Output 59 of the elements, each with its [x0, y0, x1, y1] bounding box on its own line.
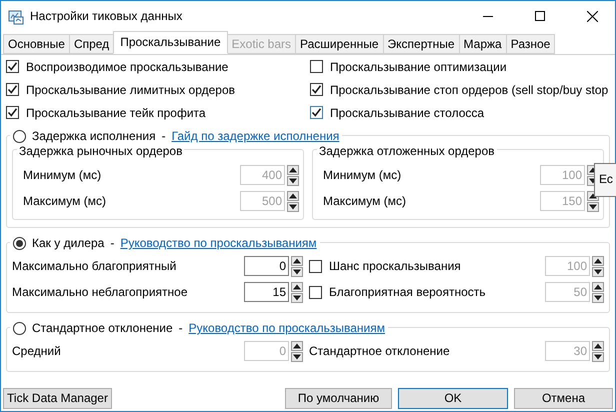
checkbox-label: Воспроизводимое проскальзывание: [26, 58, 228, 76]
field-label: Стандартное отклонение: [309, 343, 451, 360]
checkbox-label: Проскальзывание тейк профита: [26, 104, 206, 121]
tab[interactable]: Основные: [3, 34, 70, 54]
checkbox-label: Проскальзывание оптимизации: [330, 58, 507, 76]
checkbox[interactable]: [310, 106, 323, 119]
checkbox[interactable]: [6, 106, 19, 119]
field-label: Максимум (мс): [323, 193, 407, 210]
spin-buttons[interactable]: [592, 340, 604, 362]
help-link[interactable]: Руководство по проскальзываниям: [120, 234, 317, 252]
spin-buttons[interactable]: [287, 164, 299, 186]
field-label: Максимально неблагоприятное: [12, 284, 189, 301]
field-label: Максимально благоприятный: [12, 258, 178, 275]
checkbox[interactable]: [6, 60, 19, 73]
tab[interactable]: Экспертные: [382, 34, 460, 54]
spin-buttons[interactable]: [287, 190, 299, 212]
help-link[interactable]: Руководство по проскальзываниям: [188, 319, 385, 337]
radio-button[interactable]: [13, 130, 26, 142]
dialog-button[interactable]: OK: [398, 388, 508, 408]
maximize-icon[interactable]: [535, 11, 545, 21]
checkbox-label: Проскальзывание лимитных ордеров: [26, 82, 236, 98]
radio-label: Как у дилера: [32, 235, 104, 252]
tab[interactable]: Маржа: [458, 34, 507, 54]
tab[interactable]: Расширенные: [295, 34, 384, 54]
close-icon[interactable]: [586, 10, 598, 22]
number-field[interactable]: 15: [244, 282, 289, 302]
dash-separator: -: [110, 235, 114, 252]
dialog-button[interactable]: Tick Data Manager: [3, 388, 112, 408]
spin-buttons[interactable]: [592, 282, 604, 302]
radio-label: Стандартное отклонение: [32, 320, 173, 337]
checkbox[interactable]: [310, 83, 323, 96]
tab[interactable]: Спред: [68, 34, 114, 54]
field-label: Средний: [12, 343, 62, 360]
number-field[interactable]: 0: [244, 256, 289, 276]
radio-label: Задержка исполнения: [32, 128, 156, 145]
radio-button[interactable]: [13, 236, 26, 250]
dialog-button[interactable]: Отмена: [514, 388, 613, 408]
dash-separator: -: [162, 128, 166, 145]
field-label: Шанс проскальзывания: [329, 258, 462, 275]
window-title: Настройки тиковых данных: [30, 8, 184, 25]
dialog-button[interactable]: По умолчанию: [285, 388, 392, 408]
field-label: Максимум (мс): [23, 193, 107, 210]
checkbox[interactable]: [6, 83, 19, 96]
field-label: Благоприятная вероятность: [329, 284, 487, 301]
tooltip: Ес: [594, 163, 616, 197]
radio-button[interactable]: [13, 322, 26, 334]
field-label: Минимум (мс): [23, 167, 102, 184]
tab[interactable]: Разное: [506, 34, 556, 54]
help-link[interactable]: Гайд по задержке исполнения: [172, 127, 340, 145]
spin-buttons[interactable]: [592, 256, 604, 276]
checkbox-label: Проскальзывание стоп ордеров (sell stop/buy stop: [330, 82, 608, 98]
spin-buttons[interactable]: [291, 282, 303, 302]
checkbox-label: Проскальзывание столосса: [330, 104, 484, 121]
dash-separator: -: [178, 320, 183, 337]
spin-buttons[interactable]: [291, 340, 303, 362]
field-label: Минимум (мс): [323, 167, 402, 184]
spin-buttons[interactable]: [291, 256, 303, 276]
checkbox[interactable]: [310, 60, 323, 73]
tab[interactable]: Проскальзывание: [113, 31, 228, 54]
